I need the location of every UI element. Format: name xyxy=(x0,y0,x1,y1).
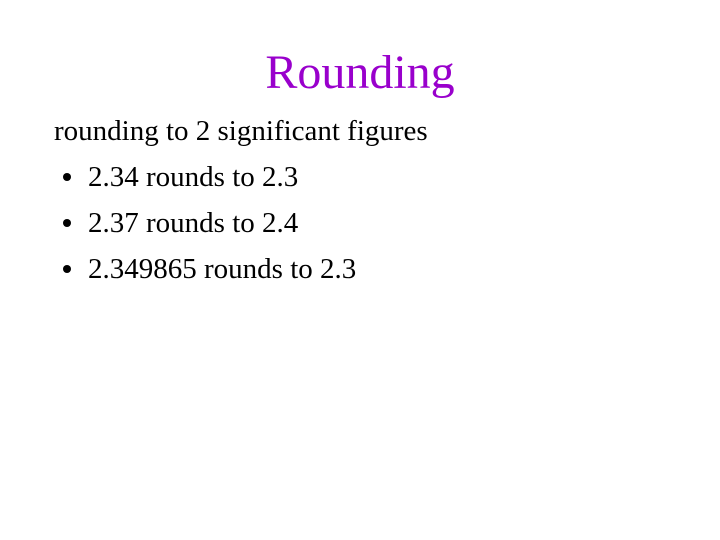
bullet-list: 2.34 rounds to 2.3 2.37 rounds to 2.4 2.… xyxy=(54,154,674,292)
list-item: 2.37 rounds to 2.4 xyxy=(54,200,674,246)
bullet-dot-icon xyxy=(63,265,71,273)
list-item-label: 2.37 rounds to 2.4 xyxy=(88,207,299,239)
slide-canvas: Rounding rounding to 2 significant figur… xyxy=(0,0,720,540)
list-item: 2.34 rounds to 2.3 xyxy=(54,154,674,200)
slide-body-content: rounding to 2 significant figures 2.34 r… xyxy=(54,108,674,292)
body-lead-line: rounding to 2 significant figures xyxy=(54,115,428,147)
list-item-label: 2.34 rounds to 2.3 xyxy=(88,161,299,193)
list-item-label: 2.349865 rounds to 2.3 xyxy=(88,253,357,285)
bullet-dot-icon xyxy=(63,219,71,227)
list-item: 2.349865 rounds to 2.3 xyxy=(54,246,674,292)
bullet-dot-icon xyxy=(63,173,71,181)
page-title: Rounding xyxy=(265,46,455,99)
